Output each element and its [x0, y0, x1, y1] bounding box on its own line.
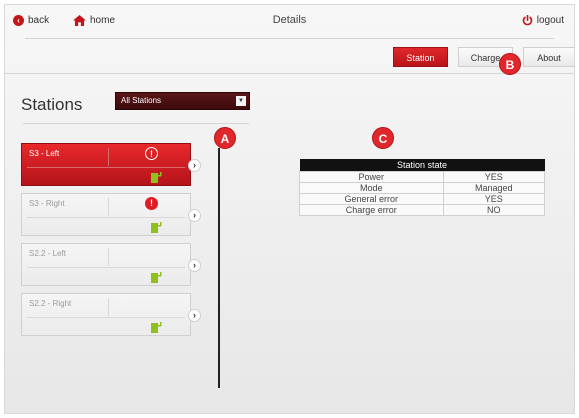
station-filter-select[interactable]: All Stations ▼: [115, 92, 250, 110]
annotation-line: [218, 148, 220, 388]
station-name: S3 - Right: [29, 199, 65, 208]
exclamation-icon: !: [145, 147, 158, 160]
state-label: Mode: [299, 182, 444, 194]
station-name: S2.2 - Right: [29, 299, 72, 308]
card-divider: [108, 148, 109, 166]
charging-plug-icon: [151, 222, 162, 233]
card-divider: [27, 267, 185, 268]
state-label: Power: [299, 171, 444, 183]
card-divider: [108, 198, 109, 216]
card-divider: [108, 298, 109, 316]
station-card-s3-left[interactable]: S3 - Left !: [21, 143, 191, 186]
stations-divider: [23, 123, 249, 124]
page-title: Details: [272, 14, 307, 26]
chevron-right-icon[interactable]: ›: [188, 309, 201, 322]
tabs-divider: [5, 73, 574, 74]
table-row: General error YES: [299, 193, 546, 205]
state-value: NO: [442, 204, 546, 216]
stations-heading: Stations: [21, 95, 83, 114]
card-divider: [27, 317, 185, 318]
station-name: S3 - Left: [29, 149, 60, 158]
card-divider: [27, 217, 185, 218]
charging-plug-icon: [151, 172, 162, 183]
card-divider: [108, 248, 109, 266]
station-filter-value: All Stations: [121, 96, 162, 105]
dropdown-arrow-icon: ▼: [236, 96, 246, 106]
chevron-right-icon[interactable]: ›: [188, 209, 201, 222]
charging-plug-icon: [151, 272, 162, 283]
station-card-s3-right[interactable]: S3 - Right !: [21, 193, 191, 236]
power-icon: [522, 15, 533, 26]
chevron-right-icon[interactable]: ›: [188, 259, 201, 272]
charging-plug-icon: [151, 322, 162, 333]
logout-link[interactable]: logout: [522, 15, 564, 26]
station-name: S2.2 - Left: [29, 249, 66, 258]
station-state-table: Station state Power YES Mode Managed Gen…: [299, 159, 546, 216]
exclamation-icon: !: [145, 197, 158, 210]
top-bar: ‹ back home Details logout: [5, 5, 574, 39]
logout-label: logout: [536, 15, 564, 26]
app-window: ‹ back home Details logout Station Charg…: [4, 4, 575, 414]
state-label: General error: [299, 193, 444, 205]
annotation-badge-b: B: [499, 53, 521, 75]
state-label: Charge error: [299, 204, 444, 216]
tab-about[interactable]: About: [523, 47, 574, 67]
top-divider: [25, 38, 554, 39]
table-row: Power YES: [299, 171, 546, 183]
station-card-s2-2-left[interactable]: S2.2 - Left: [21, 243, 191, 286]
state-value: Managed: [442, 182, 546, 194]
table-row: Charge error NO: [299, 204, 546, 216]
chevron-right-icon[interactable]: ›: [188, 159, 201, 172]
tab-station[interactable]: Station: [393, 47, 448, 67]
station-card-s2-2-right[interactable]: S2.2 - Right: [21, 293, 191, 336]
station-state-header: Station state: [299, 159, 545, 172]
annotation-badge-a: A: [214, 127, 236, 149]
annotation-badge-c: C: [372, 127, 394, 149]
state-value: YES: [442, 193, 546, 205]
state-value: YES: [442, 171, 546, 183]
card-divider: [27, 167, 185, 168]
table-row: Mode Managed: [299, 182, 546, 194]
